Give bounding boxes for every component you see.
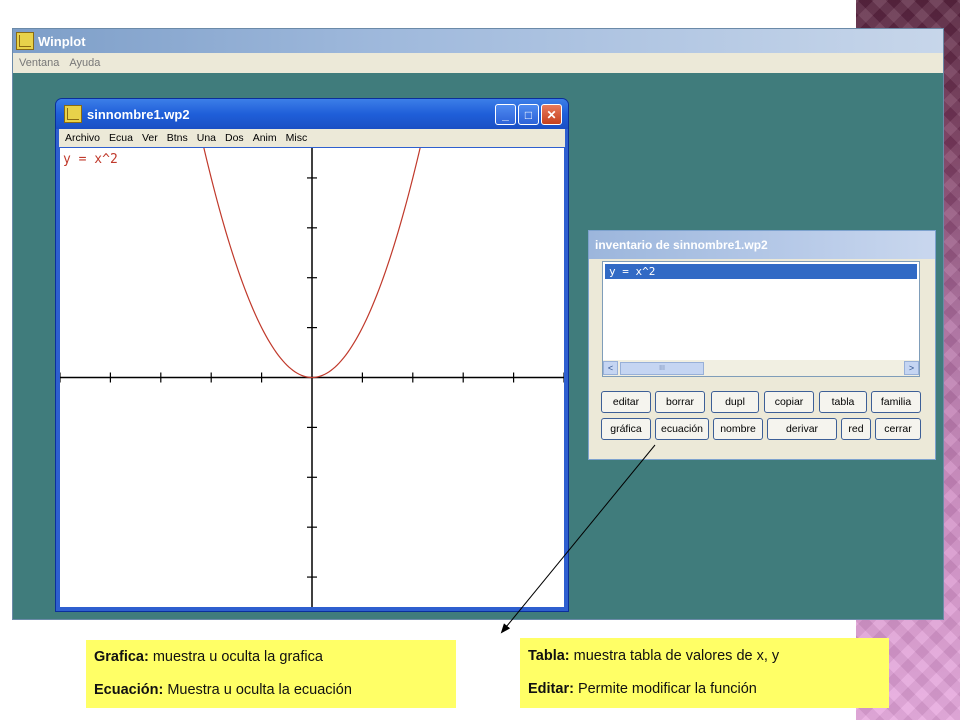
menu-archivo[interactable]: Archivo — [65, 132, 100, 144]
inventory-dialog: inventario de sinnombre1.wp2 y = x^2 < I… — [588, 230, 936, 460]
winplot-app-icon — [16, 32, 34, 50]
menu-dos[interactable]: Dos — [225, 132, 244, 144]
note-text-grafica: muestra u oculta la grafica — [148, 649, 323, 665]
note-text-editar: Permite modificar la función — [573, 681, 757, 697]
familia-button[interactable]: familia — [871, 391, 921, 413]
inventory-item-selected[interactable]: y = x^2 — [605, 264, 917, 279]
scroll-thumb[interactable]: III — [620, 361, 704, 375]
close-button[interactable]: ✕ — [541, 104, 562, 125]
menu-ayuda[interactable]: Ayuda — [69, 57, 100, 69]
menu-btns[interactable]: Btns — [167, 132, 188, 144]
menu-anim[interactable]: Anim — [253, 132, 277, 144]
note-tabla-editar: Tabla: muestra tabla de valores de x, y … — [520, 638, 889, 708]
menu-ventana[interactable]: Ventana — [19, 57, 59, 69]
inventory-titlebar[interactable]: inventario de sinnombre1.wp2 — [589, 231, 935, 259]
note-term-grafica: Grafica: — [94, 649, 149, 665]
plot-graph — [60, 148, 564, 607]
inventory-title: inventario de sinnombre1.wp2 — [595, 238, 768, 252]
borrar-button[interactable]: borrar — [655, 391, 705, 413]
ecuacion-button[interactable]: ecuación — [655, 418, 709, 440]
document-menubar: Archivo Ecua Ver Btns Una Dos Anim Misc — [59, 129, 565, 147]
note-grafica-ecuacion: Grafica: muestra u oculta la grafica Ecu… — [86, 640, 456, 708]
document-window: sinnombre1.wp2 _ □ ✕ Archivo Ecua Ver Bt… — [56, 99, 568, 611]
document-titlebar[interactable]: sinnombre1.wp2 _ □ ✕ — [56, 99, 568, 129]
scroll-right-icon[interactable]: > — [904, 361, 919, 375]
note-text-tabla: muestra tabla de valores de x, y — [569, 648, 780, 664]
menu-misc[interactable]: Misc — [286, 132, 308, 144]
horizontal-scrollbar[interactable]: < III > — [603, 360, 919, 376]
note-term-tabla: Tabla: — [528, 648, 570, 664]
nombre-button[interactable]: nombre — [713, 418, 763, 440]
note-term-editar: Editar: — [528, 681, 574, 697]
scroll-left-icon[interactable]: < — [603, 361, 618, 375]
editar-button[interactable]: editar — [601, 391, 651, 413]
red-button[interactable]: red — [841, 418, 871, 440]
derivar-button[interactable]: derivar — [767, 418, 837, 440]
menu-ecua[interactable]: Ecua — [109, 132, 133, 144]
main-window-title: Winplot — [38, 33, 86, 49]
dupl-button[interactable]: dupl — [711, 391, 759, 413]
main-menubar: Ventana Ayuda — [13, 53, 943, 73]
cerrar-button[interactable]: cerrar — [875, 418, 921, 440]
menu-una[interactable]: Una — [197, 132, 216, 144]
menu-ver[interactable]: Ver — [142, 132, 158, 144]
note-text-ecuacion: Muestra u oculta la ecuación — [163, 682, 352, 698]
equation-label: y = x^2 — [63, 152, 118, 167]
note-term-ecuacion: Ecuación: — [94, 682, 164, 698]
document-title: sinnombre1.wp2 — [87, 106, 190, 122]
grafica-button[interactable]: gráfica — [601, 418, 651, 440]
tabla-button[interactable]: tabla — [819, 391, 867, 413]
copiar-button[interactable]: copiar — [764, 391, 814, 413]
maximize-button[interactable]: □ — [518, 104, 539, 125]
window-controls: _ □ ✕ — [495, 104, 562, 125]
plot-canvas[interactable]: y = x^2 — [60, 148, 564, 607]
minimize-button[interactable]: _ — [495, 104, 516, 125]
inventory-listbox[interactable]: y = x^2 < III > — [602, 261, 920, 377]
winplot-doc-icon — [64, 105, 82, 123]
main-titlebar[interactable]: Winplot — [13, 29, 943, 53]
